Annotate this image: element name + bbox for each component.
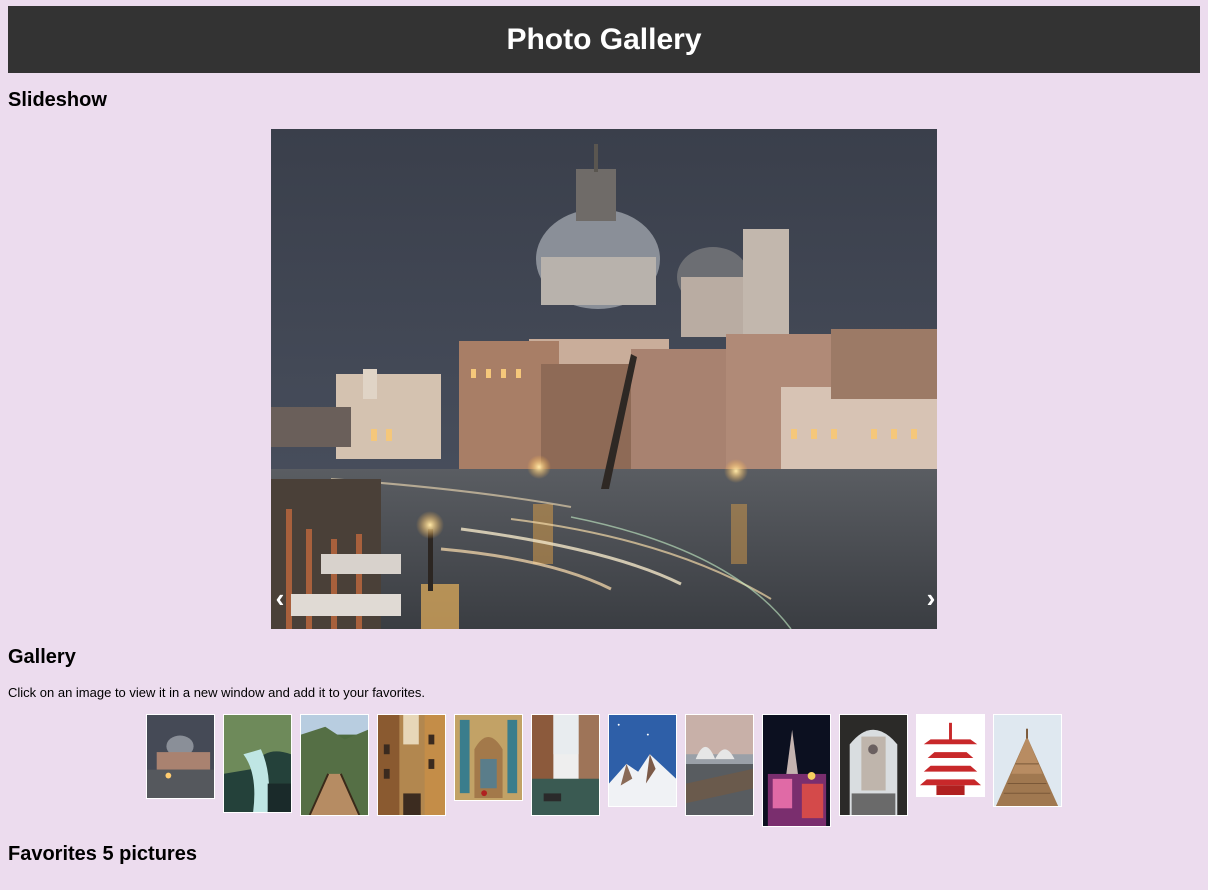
gallery-thumbnail[interactable] [223, 714, 292, 813]
gallery-thumbnail[interactable] [146, 714, 215, 799]
gallery-thumbnail[interactable] [531, 714, 600, 816]
favorites-heading: Favorites 5 pictures [8, 843, 197, 865]
next-slide-button[interactable]: › [919, 578, 943, 618]
gallery-thumbnail[interactable] [377, 714, 446, 816]
gallery-thumbnail[interactable] [916, 714, 985, 797]
gallery-thumbnail[interactable] [839, 714, 908, 816]
slideshow-heading: Slideshow [8, 89, 107, 111]
gallery-thumbnail[interactable] [685, 714, 754, 816]
gallery-heading: Gallery [8, 646, 76, 668]
gallery-instructions: Click on an image to view it in a new wi… [8, 685, 425, 700]
gallery-thumbnail[interactable] [454, 714, 523, 801]
previous-slide-button[interactable]: ‹ [268, 578, 292, 618]
page-title: Photo Gallery [506, 22, 702, 56]
gallery-thumbnail[interactable] [300, 714, 369, 816]
page-header: Photo Gallery [8, 6, 1200, 73]
gallery-thumbnail[interactable] [608, 714, 677, 807]
slideshow-image[interactable] [271, 129, 937, 629]
gallery-thumbnail[interactable] [993, 714, 1062, 807]
gallery-thumbnail[interactable] [762, 714, 831, 827]
